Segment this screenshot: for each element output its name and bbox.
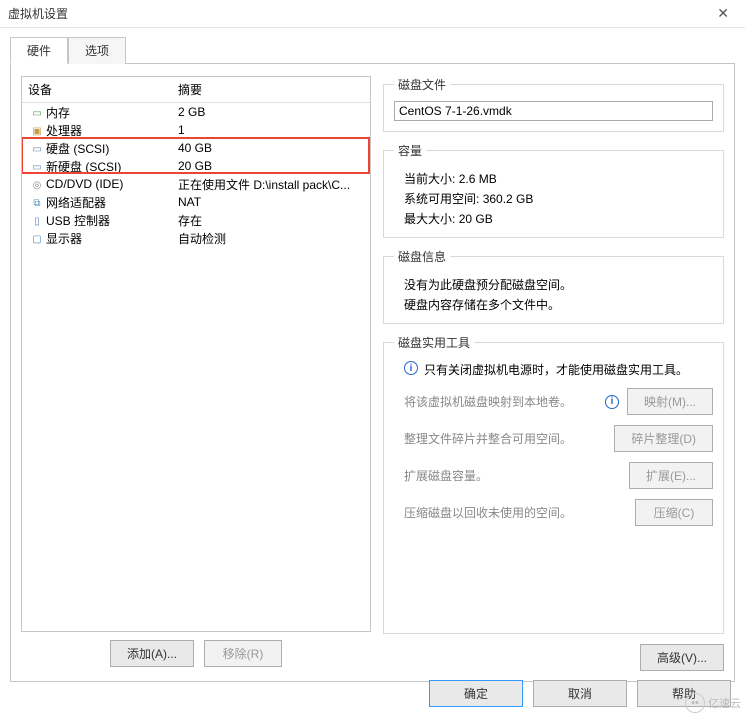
- disk-file-field[interactable]: CentOS 7-1-26.vmdk: [394, 101, 713, 121]
- map-desc: 将该虚拟机磁盘映射到本地卷。: [404, 393, 597, 410]
- close-icon[interactable]: ✕: [709, 5, 737, 22]
- group-disk-tools: 磁盘实用工具 i 只有关闭虚拟机电源时，才能使用磁盘实用工具。 将该虚拟机磁盘映…: [383, 334, 724, 634]
- legend-disk-info: 磁盘信息: [394, 248, 450, 265]
- device-summary: NAT: [178, 195, 364, 209]
- cd-icon: [28, 177, 46, 191]
- legend-disk-file: 磁盘文件: [394, 76, 450, 93]
- device-summary: 40 GB: [178, 141, 364, 155]
- cpu-icon: [28, 123, 46, 137]
- help-button[interactable]: 帮助: [637, 680, 731, 707]
- header-device: 设备: [28, 81, 178, 98]
- device-name: 内存: [46, 104, 178, 121]
- device-row-cddvd[interactable]: CD/DVD (IDE) 正在使用文件 D:\install pack\C...: [22, 175, 370, 193]
- window-title: 虚拟机设置: [8, 5, 709, 22]
- capacity-available-value: 360.2 GB: [483, 192, 534, 206]
- left-buttons: 添加(A)... 移除(R): [21, 640, 371, 667]
- device-name: CD/DVD (IDE): [46, 177, 178, 191]
- device-name: 硬盘 (SCSI): [46, 140, 178, 157]
- titlebar: 虚拟机设置 ✕: [0, 0, 745, 28]
- capacity-current-value: 2.6 MB: [459, 172, 497, 186]
- ok-button[interactable]: 确定: [429, 680, 523, 707]
- usb-icon: [28, 213, 46, 227]
- hdd-icon: [28, 141, 46, 155]
- advanced-button[interactable]: 高级(V)...: [640, 644, 724, 671]
- capacity-available: 系统可用空间: 360.2 GB: [404, 190, 713, 207]
- tools-note: i 只有关闭虚拟机电源时，才能使用磁盘实用工具。: [404, 361, 713, 378]
- device-summary: 正在使用文件 D:\install pack\C...: [178, 176, 364, 193]
- group-disk-file: 磁盘文件 CentOS 7-1-26.vmdk: [383, 76, 724, 132]
- capacity-current-label: 当前大小:: [404, 172, 455, 186]
- tool-row-defrag: 整理文件碎片并整合可用空间。 碎片整理(D): [404, 425, 713, 452]
- tools-note-text: 只有关闭虚拟机电源时，才能使用磁盘实用工具。: [424, 361, 688, 378]
- tool-row-map: 将该虚拟机磁盘映射到本地卷。 i 映射(M)...: [404, 388, 713, 415]
- tool-row-compress: 压缩磁盘以回收未使用的空间。 压缩(C): [404, 499, 713, 526]
- compress-button: 压缩(C): [635, 499, 713, 526]
- compress-desc: 压缩磁盘以回收未使用的空间。: [404, 504, 627, 521]
- device-summary: 20 GB: [178, 159, 364, 173]
- device-name: 显示器: [46, 230, 178, 247]
- group-capacity: 容量 当前大小: 2.6 MB 系统可用空间: 360.2 GB 最大大小: 2…: [383, 142, 724, 238]
- advanced-row: 高级(V)...: [383, 644, 724, 671]
- tab-hardware[interactable]: 硬件: [10, 37, 68, 64]
- device-row-disk-1[interactable]: 硬盘 (SCSI) 40 GB: [22, 139, 370, 157]
- memory-icon: [28, 105, 46, 119]
- device-table: 设备 摘要 内存 2 GB 处理器 1 硬盘 (SCSI) 40 GB: [21, 76, 371, 632]
- device-row-memory[interactable]: 内存 2 GB: [22, 103, 370, 121]
- add-button[interactable]: 添加(A)...: [110, 640, 194, 667]
- tabs-area: 硬件 选项 设备 摘要 内存 2 GB 处理器 1: [0, 28, 745, 682]
- capacity-max: 最大大小: 20 GB: [404, 210, 713, 227]
- device-summary: 存在: [178, 212, 364, 229]
- capacity-current: 当前大小: 2.6 MB: [404, 170, 713, 187]
- expand-button: 扩展(E)...: [629, 462, 713, 489]
- display-icon: [28, 231, 46, 245]
- device-summary: 1: [178, 123, 364, 137]
- cancel-button[interactable]: 取消: [533, 680, 627, 707]
- device-row-disk-2[interactable]: 新硬盘 (SCSI) 20 GB: [22, 157, 370, 175]
- device-row-cpu[interactable]: 处理器 1: [22, 121, 370, 139]
- defrag-desc: 整理文件碎片并整合可用空间。: [404, 430, 606, 447]
- disk-info-line2: 硬盘内容存储在多个文件中。: [404, 296, 713, 313]
- device-row-usb[interactable]: USB 控制器 存在: [22, 211, 370, 229]
- disk-info-line1: 没有为此硬盘预分配磁盘空间。: [404, 276, 713, 293]
- device-row-display[interactable]: 显示器 自动检测: [22, 229, 370, 247]
- capacity-available-label: 系统可用空间:: [404, 192, 479, 206]
- device-name: USB 控制器: [46, 212, 178, 229]
- hdd-icon: [28, 159, 46, 173]
- info-icon: i: [605, 395, 619, 409]
- map-button: 映射(M)...: [627, 388, 713, 415]
- footer-buttons: 确定 取消 帮助: [429, 680, 731, 707]
- capacity-max-label: 最大大小:: [404, 212, 455, 226]
- legend-disk-tools: 磁盘实用工具: [394, 334, 474, 351]
- network-icon: [28, 195, 46, 209]
- header-summary: 摘要: [178, 81, 364, 98]
- defrag-button: 碎片整理(D): [614, 425, 713, 452]
- remove-button: 移除(R): [204, 640, 282, 667]
- left-panel: 设备 摘要 内存 2 GB 处理器 1 硬盘 (SCSI) 40 GB: [21, 76, 371, 671]
- expand-desc: 扩展磁盘容量。: [404, 467, 621, 484]
- device-row-network[interactable]: 网络适配器 NAT: [22, 193, 370, 211]
- group-disk-info: 磁盘信息 没有为此硬盘预分配磁盘空间。 硬盘内容存储在多个文件中。: [383, 248, 724, 324]
- tabs-row: 硬件 选项: [10, 36, 735, 64]
- capacity-max-value: 20 GB: [459, 212, 493, 226]
- tab-options[interactable]: 选项: [68, 37, 126, 64]
- device-summary: 自动检测: [178, 230, 364, 247]
- device-name: 网络适配器: [46, 194, 178, 211]
- device-summary: 2 GB: [178, 105, 364, 119]
- device-name: 新硬盘 (SCSI): [46, 158, 178, 175]
- info-icon: i: [404, 361, 418, 375]
- tool-row-expand: 扩展磁盘容量。 扩展(E)...: [404, 462, 713, 489]
- legend-capacity: 容量: [394, 142, 426, 159]
- tab-panel-hardware: 设备 摘要 内存 2 GB 处理器 1 硬盘 (SCSI) 40 GB: [10, 64, 735, 682]
- device-table-header: 设备 摘要: [22, 77, 370, 103]
- right-panel: 磁盘文件 CentOS 7-1-26.vmdk 容量 当前大小: 2.6 MB …: [383, 76, 724, 671]
- device-name: 处理器: [46, 122, 178, 139]
